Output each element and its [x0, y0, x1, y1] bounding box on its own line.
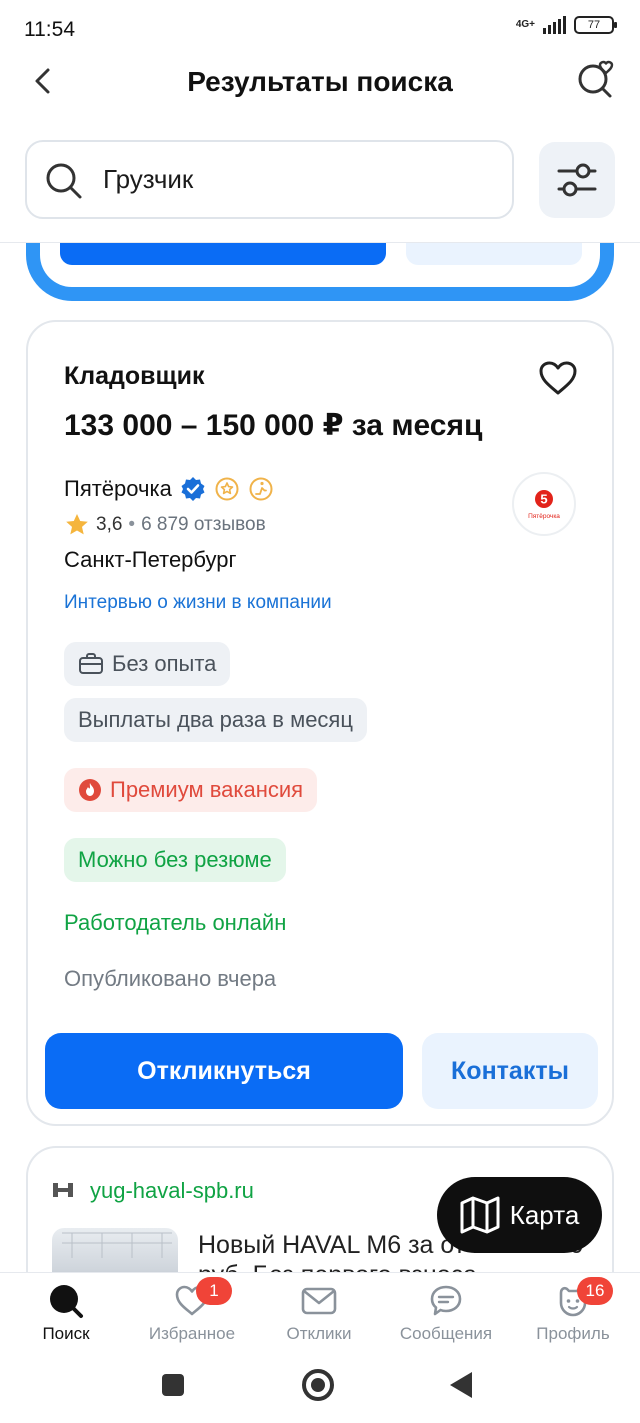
- tab-profile-label: Профиль: [536, 1324, 610, 1343]
- published-date: Опубликовано вчера: [64, 966, 277, 991]
- tab-responses[interactable]: Отклики: [255, 1273, 383, 1353]
- map-button[interactable]: Карта: [437, 1177, 602, 1253]
- experience-chip: Без опыта: [64, 642, 231, 686]
- tab-favorites-label: Избранное: [148, 1324, 236, 1343]
- search-row: [25, 140, 615, 220]
- haval-logo-icon: [53, 1183, 73, 1197]
- svg-text:5: 5: [540, 492, 547, 507]
- map-button-label: Карта: [509, 1199, 580, 1230]
- favorites-badge: 1: [196, 1277, 232, 1305]
- search-icon: [46, 163, 82, 199]
- profile-badge: 16: [577, 1277, 613, 1305]
- bottom-tab-bar: Поиск 1 Избранное Отклики Сообщения 16 П…: [0, 1272, 640, 1352]
- no-resume-chip-label: Можно без резюме: [78, 847, 272, 872]
- status-time: 11:54: [24, 18, 75, 41]
- tab-search-label: Поиск: [42, 1324, 90, 1343]
- premium-chip: Премиум вакансия: [64, 768, 318, 812]
- favorite-button[interactable]: [538, 360, 578, 396]
- page-title: Результаты поиска: [187, 66, 453, 97]
- rating-separator: •: [128, 514, 136, 535]
- search-icon: [50, 1285, 83, 1318]
- search-heart-icon: [578, 60, 614, 98]
- previous-vacancy-card: [26, 243, 614, 301]
- search-field[interactable]: [25, 140, 514, 219]
- app-header: Результаты поиска: [0, 58, 640, 108]
- ad-domain[interactable]: yug-haval-spb.ru: [90, 1178, 254, 1204]
- company-row: Пятёрочка: [64, 476, 274, 502]
- company-name[interactable]: Пятёрочка: [64, 476, 172, 502]
- rating-row[interactable]: 3,6 • 6 879 отзывов: [64, 512, 266, 538]
- map-icon: [460, 1196, 500, 1234]
- filters-button[interactable]: [539, 142, 615, 218]
- briefcase-icon: [79, 653, 103, 674]
- logo-text: Пятёрочка: [528, 513, 560, 520]
- accessibility-icon: [249, 477, 273, 501]
- respond-button[interactable]: Откликнуться: [45, 1033, 403, 1109]
- vacancy-title[interactable]: Кладовщик: [64, 362, 205, 391]
- battery-icon: 77: [574, 16, 617, 34]
- tab-search[interactable]: Поиск: [2, 1273, 130, 1353]
- experience-chip-label: Без опыта: [112, 651, 217, 676]
- rating-award-icon: [215, 477, 239, 501]
- vacancy-card[interactable]: Кладовщик 133 000 – 150 000 ₽ за месяц П…: [26, 320, 614, 1126]
- tab-messages-label: Сообщения: [399, 1324, 493, 1343]
- recents-button[interactable]: [162, 1374, 184, 1396]
- contacts-button[interactable]: Контакты: [422, 1033, 598, 1109]
- saved-search-button[interactable]: [576, 60, 616, 100]
- mail-icon: [301, 1287, 337, 1315]
- chat-icon: [430, 1285, 462, 1316]
- payments-chip: Выплаты два раза в месяц: [64, 698, 367, 742]
- premium-chip-label: Премиум вакансия: [110, 777, 304, 802]
- tab-responses-label: Отклики: [286, 1324, 352, 1343]
- previous-respond-button[interactable]: [60, 243, 386, 265]
- signal-icon: [543, 16, 566, 34]
- system-back-button[interactable]: [450, 1372, 472, 1398]
- company-logo[interactable]: 5 Пятёрочка: [512, 472, 576, 536]
- fire-icon: [79, 779, 101, 801]
- no-resume-chip: Можно без резюме: [64, 838, 286, 882]
- reviews-count: 6 879 отзывов: [141, 514, 266, 535]
- tab-messages[interactable]: Сообщения: [382, 1273, 510, 1353]
- home-button[interactable]: [302, 1369, 334, 1401]
- status-icons: 4G+ 77: [515, 16, 617, 34]
- network-type: 4G+: [515, 19, 535, 30]
- interview-link[interactable]: Интервью о жизни в компании: [64, 592, 332, 614]
- star-icon: [66, 514, 88, 535]
- tab-profile[interactable]: 16 Профиль: [509, 1273, 637, 1353]
- employer-online-status: Работодатель онлайн: [64, 910, 287, 935]
- rating-value: 3,6: [96, 514, 123, 535]
- previous-contacts-button[interactable]: [406, 243, 582, 265]
- status-bar: 11:54 4G+ 77: [0, 0, 640, 58]
- vacancy-city: Санкт-Петербург: [64, 547, 237, 572]
- verified-icon: [181, 477, 205, 501]
- pyaterochka-logo-icon: 5 Пятёрочка: [528, 490, 560, 520]
- filters-icon: [557, 163, 597, 197]
- vacancy-salary: 133 000 – 150 000 ₽ за месяц: [64, 409, 483, 442]
- system-nav-bar: [0, 1352, 640, 1423]
- tab-favorites[interactable]: 1 Избранное: [128, 1273, 256, 1353]
- payments-chip-label: Выплаты два раза в месяц: [78, 707, 353, 732]
- search-input[interactable]: [103, 164, 483, 195]
- heart-icon: [539, 361, 577, 395]
